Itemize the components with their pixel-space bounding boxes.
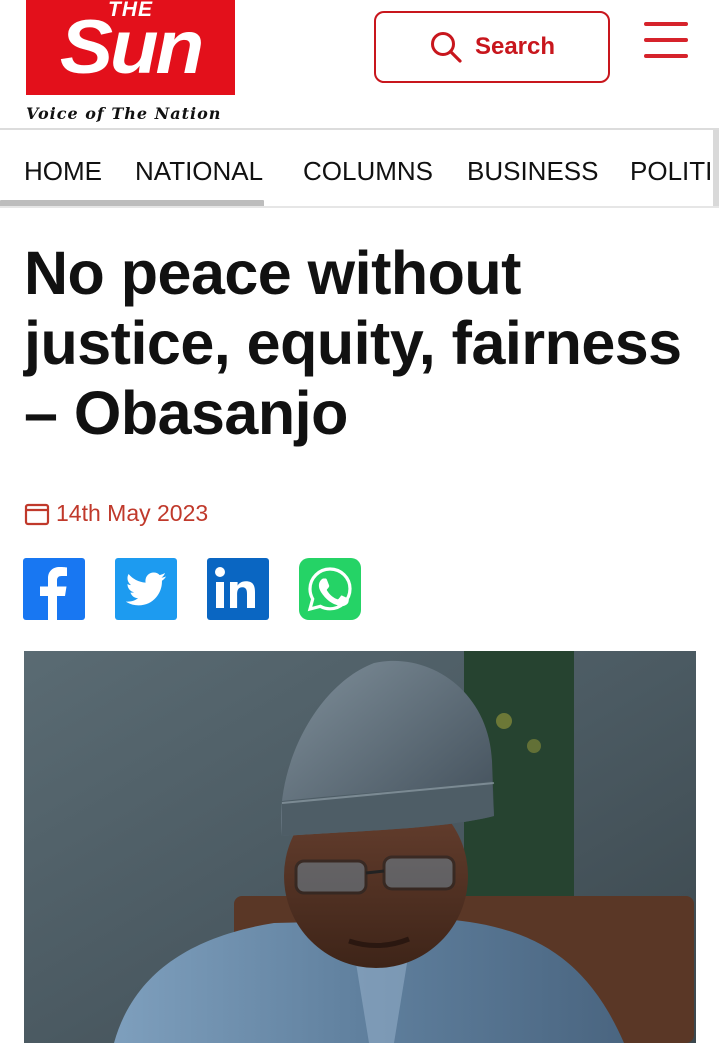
whatsapp-share-button[interactable] [299,558,361,620]
article-headline: No peace without justice, equity, fairne… [24,239,682,447]
site-header: THE Sun Voice of The Nation Search [0,0,719,130]
the-sun-logo[interactable]: THE Sun [26,0,235,95]
nav-item-columns[interactable]: COLUMNS [303,156,433,187]
search-label: Search [474,33,556,60]
logo-tagline: Voice of The Nation [26,104,222,123]
whatsapp-icon [307,567,352,612]
linkedin-share-button[interactable] [207,558,269,620]
nav-item-home[interactable]: HOME [24,156,102,187]
portrait-photo [24,651,696,1043]
nav-item-business[interactable]: BUSINESS [467,156,599,187]
facebook-share-button[interactable] [23,558,85,620]
nav-scroll-edge [713,130,719,206]
linkedin-icon [215,567,255,608]
search-icon [430,32,462,63]
facebook-icon [40,567,67,620]
hamburger-menu-icon[interactable] [644,22,688,60]
article-date: 14th May 2023 [24,500,208,527]
twitter-share-button[interactable] [115,558,177,620]
nav-scrollbar[interactable] [0,200,264,206]
twitter-icon [125,572,167,606]
article-photo [24,651,696,1043]
nav-item-politics[interactable]: POLITI [630,156,712,187]
nav-item-national[interactable]: NATIONAL [135,156,263,187]
calendar-icon [24,503,50,525]
date-text: 14th May 2023 [56,500,209,526]
search-button[interactable]: Search [374,11,610,83]
main-nav: HOME NATIONAL COLUMNS BUSINESS POLITI [0,128,719,208]
logo-sun-text: Sun [59,5,204,90]
